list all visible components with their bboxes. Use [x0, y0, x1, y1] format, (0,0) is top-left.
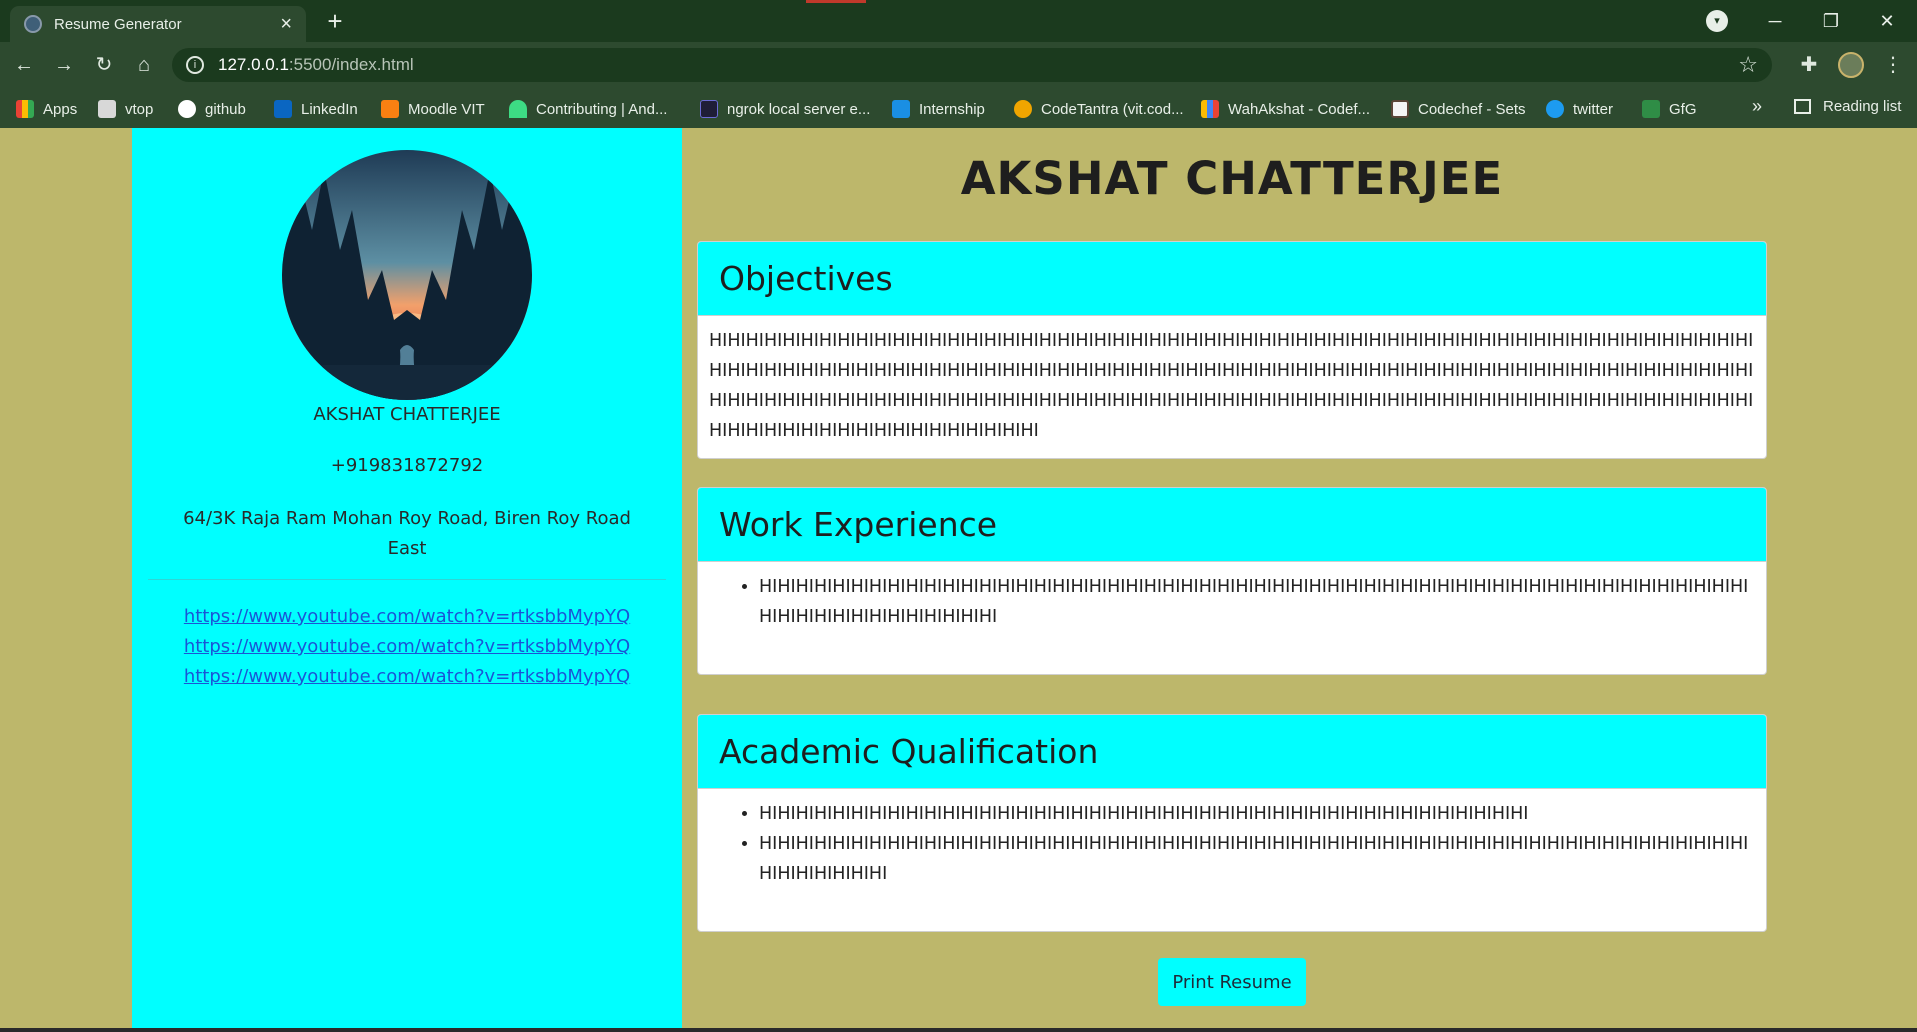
- taskbar-edge: [0, 1028, 1917, 1032]
- academic-list: HIHIHIHIHIHIHIHIHIHIHIHIHIHIHIHIHIHIHIHI…: [709, 799, 1754, 889]
- reading-list-icon: [1794, 99, 1811, 114]
- bookmark-codetantra[interactable]: CodeTantra (vit.cod...: [1014, 98, 1184, 120]
- url-path: :5500/index.html: [288, 55, 414, 74]
- objectives-card: Objectives HIHIHIHIHIHIHIHIHIHIHIHIHIHIH…: [697, 241, 1767, 459]
- browser-tabstrip: Resume Generator × + ▾ ─ ❐ ✕: [0, 0, 1917, 42]
- work-experience-header: Work Experience: [698, 488, 1766, 562]
- bookmark-github[interactable]: github: [178, 98, 246, 120]
- new-tab-button[interactable]: +: [318, 6, 352, 36]
- list-item: HIHIHIHIHIHIHIHIHIHIHIHIHIHIHIHIHIHIHIHI…: [759, 799, 1754, 829]
- tab-resume-generator[interactable]: Resume Generator ×: [10, 6, 306, 42]
- browser-toolbar: ← → ↻ ⌂ i 127.0.0.1:5500/index.html ☆ ✚ …: [0, 42, 1917, 88]
- forward-icon[interactable]: →: [48, 50, 80, 80]
- bookmarks-bar: Apps vtop github LinkedIn Moodle VIT Con…: [0, 88, 1917, 128]
- menu-kebab-icon[interactable]: ⋮: [1880, 52, 1906, 78]
- tab-title: Resume Generator: [54, 15, 182, 33]
- bookmark-wahakshat[interactable]: WahAkshat - Codef...: [1201, 98, 1370, 120]
- address-bar[interactable]: i 127.0.0.1:5500/index.html ☆: [172, 48, 1772, 82]
- codetantra-icon: [1014, 100, 1032, 118]
- home-icon[interactable]: ⌂: [128, 50, 160, 80]
- academic-heading: Academic Qualification: [719, 732, 1099, 771]
- bookmark-apps[interactable]: Apps: [16, 98, 77, 120]
- linkedin-icon: [274, 100, 292, 118]
- bookmark-gfg[interactable]: GfG: [1642, 98, 1697, 120]
- profile-avatar[interactable]: [1838, 52, 1864, 78]
- codeforces-icon: [1201, 100, 1219, 118]
- work-experience-heading: Work Experience: [719, 505, 998, 544]
- apps-grid-icon: [16, 100, 34, 118]
- bookmark-ngrok[interactable]: ngrok local server e...: [700, 98, 870, 120]
- moodle-icon: [381, 100, 399, 118]
- objectives-heading: Objectives: [719, 259, 893, 298]
- reading-list-button[interactable]: Reading list: [1794, 98, 1901, 115]
- vtop-icon: [98, 100, 116, 118]
- back-icon[interactable]: ←: [8, 50, 40, 80]
- objectives-header: Objectives: [698, 242, 1766, 316]
- android-icon: [509, 100, 527, 118]
- bookmark-contributing[interactable]: Contributing | And...: [509, 98, 667, 120]
- academic-card: Academic Qualification HIHIHIHIHIHIHIHIH…: [697, 714, 1767, 932]
- work-experience-body: HIHIHIHIHIHIHIHIHIHIHIHIHIHIHIHIHIHIHIHI…: [698, 562, 1766, 674]
- sidebar-phone: +919831872792: [330, 455, 484, 476]
- bookmark-codechef[interactable]: Codechef - Sets: [1391, 98, 1526, 120]
- profile-link-3[interactable]: https://www.youtube.com/watch?v=rtksbbMy…: [132, 662, 682, 692]
- extensions-puzzle-icon[interactable]: ✚: [1796, 52, 1822, 78]
- internshala-icon: [892, 100, 910, 118]
- profile-link-1[interactable]: https://www.youtube.com/watch?v=rtksbbMy…: [132, 602, 682, 632]
- twitter-icon: [1546, 100, 1564, 118]
- work-experience-list: HIHIHIHIHIHIHIHIHIHIHIHIHIHIHIHIHIHIHIHI…: [709, 572, 1754, 632]
- more-bookmarks-icon[interactable]: »: [1752, 96, 1762, 117]
- bookmark-star-icon[interactable]: ☆: [1738, 52, 1758, 78]
- bookmark-moodle[interactable]: Moodle VIT: [381, 98, 485, 120]
- landscape-image: [282, 150, 532, 400]
- list-item: HIHIHIHIHIHIHIHIHIHIHIHIHIHIHIHIHIHIHIHI…: [759, 572, 1754, 632]
- work-experience-card: Work Experience HIHIHIHIHIHIHIHIHIHIHIHI…: [697, 487, 1767, 675]
- ngrok-icon: [700, 100, 718, 118]
- sidebar-name: AKSHAT CHATTERJEE: [313, 404, 501, 425]
- codechef-icon: [1391, 100, 1409, 118]
- profile-link-2[interactable]: https://www.youtube.com/watch?v=rtksbbMy…: [132, 632, 682, 662]
- academic-body: HIHIHIHIHIHIHIHIHIHIHIHIHIHIHIHIHIHIHIHI…: [698, 789, 1766, 931]
- academic-header: Academic Qualification: [698, 715, 1766, 789]
- tab-favicon-icon: [24, 15, 42, 33]
- sidebar-address: 64/3K Raja Ram Mohan Roy Road, Biren Roy…: [183, 508, 631, 559]
- sidebar-divider: [148, 579, 666, 580]
- bookmark-twitter[interactable]: twitter: [1546, 98, 1613, 120]
- print-resume-button[interactable]: Print Resume: [1158, 958, 1306, 1006]
- tab-search-icon[interactable]: ▾: [1706, 10, 1728, 32]
- profile-links: https://www.youtube.com/watch?v=rtksbbMy…: [132, 602, 682, 692]
- bookmark-linkedin[interactable]: LinkedIn: [274, 98, 358, 120]
- list-item: HIHIHIHIHIHIHIHIHIHIHIHIHIHIHIHIHIHIHIHI…: [759, 829, 1754, 889]
- minimize-icon[interactable]: ─: [1750, 4, 1800, 38]
- site-info-icon[interactable]: i: [186, 56, 204, 74]
- restore-icon[interactable]: ❐: [1806, 4, 1856, 38]
- window-close-icon[interactable]: ✕: [1862, 4, 1912, 38]
- gfg-icon: [1642, 100, 1660, 118]
- profile-photo: [282, 150, 532, 400]
- bookmark-internship[interactable]: Internship: [892, 98, 985, 120]
- github-icon: [178, 100, 196, 118]
- bookmark-vtop[interactable]: vtop: [98, 98, 153, 120]
- reload-icon[interactable]: ↻: [88, 50, 120, 80]
- media-indicator: [806, 0, 866, 3]
- profile-sidebar: AKSHAT CHATTERJEE +919831872792 64/3K Ra…: [132, 128, 682, 1032]
- resume-title: AKSHAT CHATTERJEE: [960, 152, 1504, 205]
- tab-close-icon[interactable]: ×: [280, 14, 292, 34]
- objectives-text: HIHIHIHIHIHIHIHIHIHIHIHIHIHIHIHIHIHIHIHI…: [709, 331, 1754, 441]
- url-host: 127.0.0.1: [218, 55, 289, 74]
